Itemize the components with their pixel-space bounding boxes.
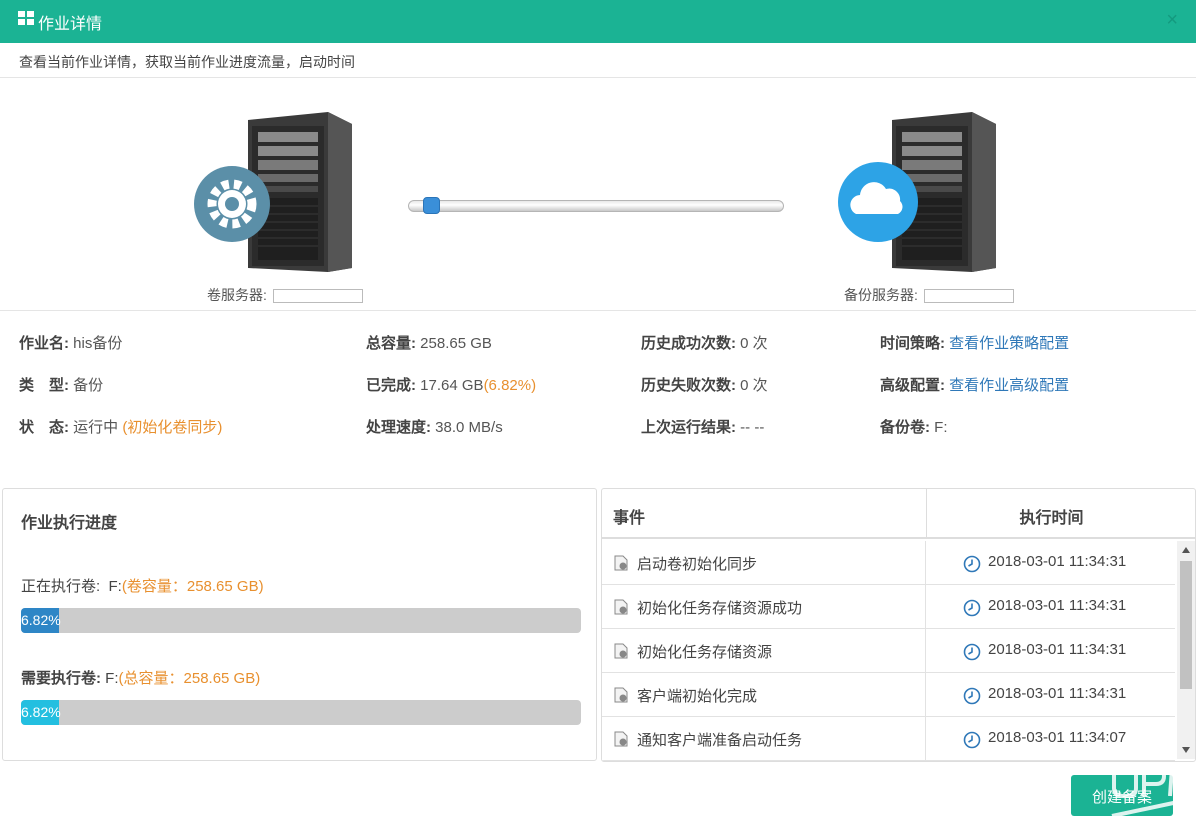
events-table-body[interactable]: 启动卷初始化同步 2018-03-01 11:34:31 初始化任务存储资源成功 20… xyxy=(602,541,1175,761)
event-text: 客户端初始化完成 xyxy=(637,688,758,705)
transfer-indicator xyxy=(423,197,440,214)
volume-server-label: 卷服务器: xyxy=(207,285,363,305)
events-table-header: 事件 执行时间 xyxy=(602,489,1195,539)
event-time: 2018-03-01 11:34:07 xyxy=(988,729,1127,746)
job-name-row: 作业名: his备份 xyxy=(19,335,123,352)
clock-icon xyxy=(963,687,981,705)
event-text: 通知客户端准备启动任务 xyxy=(637,732,803,749)
event-document-icon xyxy=(614,555,628,571)
events-panel: 事件 执行时间 启动卷初始化同步 2018-03-01 11:34:31 初始化任务… xyxy=(601,488,1196,762)
completed-row: 已完成: 17.64 GB(6.82%) xyxy=(366,377,537,394)
event-text: 初始化任务存储资源 xyxy=(637,644,773,661)
close-icon[interactable]: × xyxy=(1166,8,1178,32)
backup-server-name-box xyxy=(923,289,1014,304)
transfer-line xyxy=(408,200,784,212)
backup-server-icon xyxy=(838,112,996,272)
backup-server-label: 备份服务器: xyxy=(844,285,1014,305)
clock-icon xyxy=(963,731,981,749)
current-volume-percent: 6.82% xyxy=(21,612,61,628)
column-divider xyxy=(925,585,926,629)
job-status-row: 状 态: 运行中 (初始化卷同步) xyxy=(19,419,223,436)
current-volume-progress-bar: 6.82% xyxy=(21,608,581,633)
time-policy-row: 时间策略: 查看作业策略配置 xyxy=(880,335,1070,352)
history-success-row: 历史成功次数: 0 次 xyxy=(641,335,768,352)
topology-panel: 卷服务器: 备份服务器: xyxy=(0,78,1196,311)
event-document-icon xyxy=(614,599,628,615)
time-column-header: 执行时间 xyxy=(926,489,1176,537)
event-time: 2018-03-01 11:34:31 xyxy=(988,597,1127,614)
event-time: 2018-03-01 11:34:31 xyxy=(988,685,1127,702)
clock-icon xyxy=(963,643,981,661)
event-row: 客户端初始化完成 2018-03-01 11:34:31 xyxy=(602,673,1175,717)
event-text: 启动卷初始化同步 xyxy=(637,556,758,573)
advanced-config-row: 高级配置: 查看作业高级配置 xyxy=(880,377,1070,394)
event-row: 初始化任务存储资源成功 2018-03-01 11:34:31 xyxy=(602,585,1175,629)
job-type-row: 类 型: 备份 xyxy=(19,377,104,394)
event-row: 通知客户端准备启动任务 2018-03-01 11:34:07 xyxy=(602,717,1175,761)
scrollbar-thumb[interactable] xyxy=(1180,561,1192,689)
event-time: 2018-03-01 11:34:31 xyxy=(988,641,1127,658)
event-document-icon xyxy=(614,687,628,703)
speed-row: 处理速度: 38.0 MB/s xyxy=(366,419,503,436)
advanced-config-link[interactable]: 查看作业高级配置 xyxy=(949,377,1069,394)
dialog-title: 作业详情 xyxy=(38,16,103,33)
column-divider xyxy=(925,673,926,717)
watermark-logo-icon xyxy=(1111,766,1192,818)
progress-panel: 作业执行进度 正在执行卷: F:(卷容量：258.65 GB) 6.82% 需要… xyxy=(2,488,597,761)
events-scrollbar[interactable] xyxy=(1177,541,1195,759)
column-divider xyxy=(925,629,926,673)
backup-volume-row: 备份卷: F: xyxy=(880,419,948,436)
history-fail-row: 历史失败次数: 0 次 xyxy=(641,377,768,394)
column-divider xyxy=(925,541,926,585)
event-time: 2018-03-01 11:34:31 xyxy=(988,553,1127,570)
time-policy-link[interactable]: 查看作业策略配置 xyxy=(949,335,1069,352)
clock-icon xyxy=(963,555,981,573)
event-document-icon xyxy=(614,731,628,747)
job-info-panel: 作业名: his备份 类 型: 备份 状 态: 运行中 (初始化卷同步) 总容量… xyxy=(0,311,1196,487)
volume-server-icon xyxy=(194,112,352,272)
event-row: 初始化任务存储资源 2018-03-01 11:34:31 xyxy=(602,629,1175,673)
required-volume-progress-bar: 6.82% xyxy=(21,700,581,725)
event-row: 启动卷初始化同步 2018-03-01 11:34:31 xyxy=(602,541,1175,585)
volume-server-name-box xyxy=(272,289,363,304)
total-capacity-row: 总容量: 258.65 GB xyxy=(366,335,492,352)
column-divider xyxy=(925,717,926,761)
event-text: 初始化任务存储资源成功 xyxy=(637,600,803,617)
event-document-icon xyxy=(614,643,628,659)
last-result-row: 上次运行结果: -- -- xyxy=(641,419,765,436)
clock-icon xyxy=(963,599,981,617)
current-volume-line: 正在执行卷: F:(卷容量：258.65 GB) xyxy=(21,578,264,595)
progress-title: 作业执行进度 xyxy=(21,515,118,532)
event-column-header: 事件 xyxy=(613,510,646,527)
required-volume-percent: 6.82% xyxy=(21,704,61,720)
dialog-titlebar: 作业详情 × xyxy=(0,0,1196,43)
scroll-up-icon[interactable] xyxy=(1182,547,1190,553)
description-text: 查看当前作业详情，获取当前作业进度流量，启动时间 xyxy=(19,54,355,70)
dialog-description: 查看当前作业详情，获取当前作业进度流量，启动时间 xyxy=(0,43,1196,78)
grid-icon xyxy=(18,11,34,25)
required-volume-line: 需要执行卷: F:(总容量：258.65 GB) xyxy=(21,670,261,687)
scroll-down-icon[interactable] xyxy=(1182,747,1190,753)
